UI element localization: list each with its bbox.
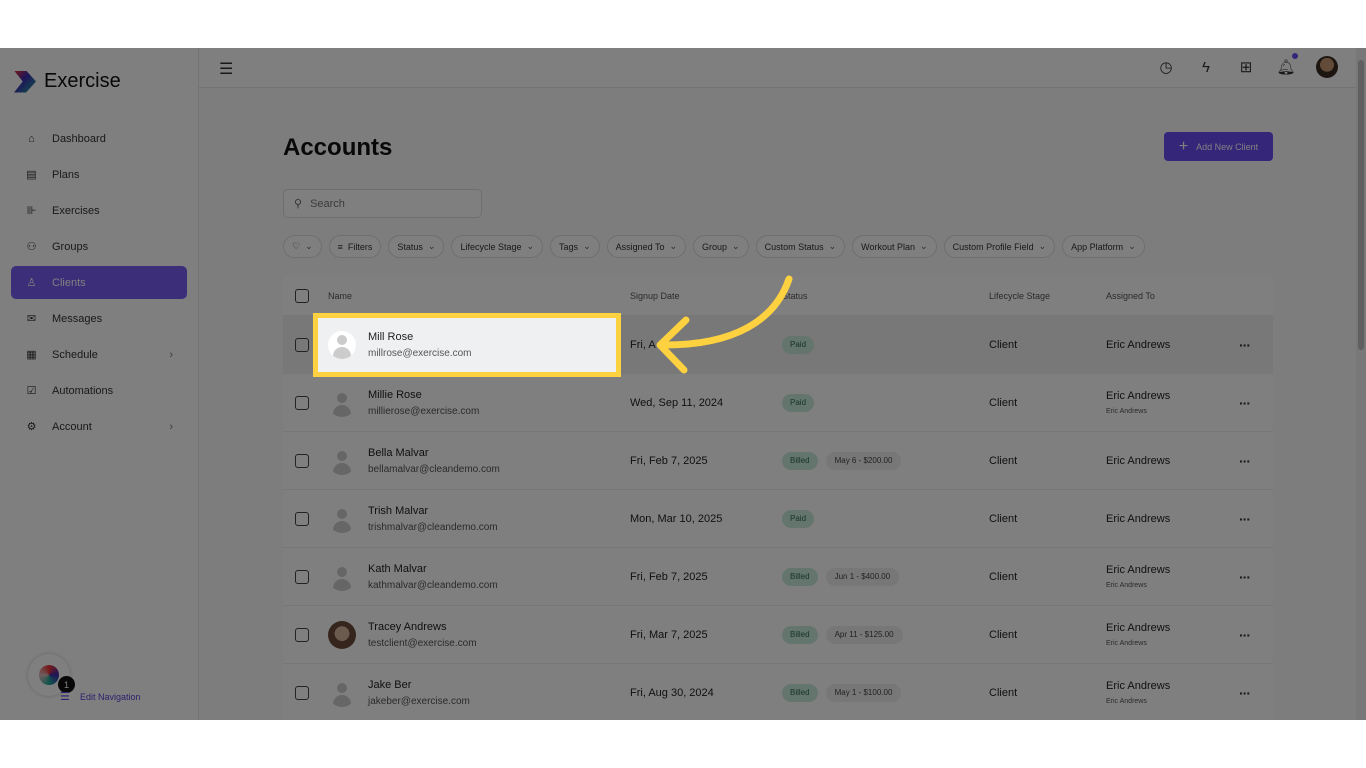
pointer-arrow-icon <box>656 275 793 374</box>
